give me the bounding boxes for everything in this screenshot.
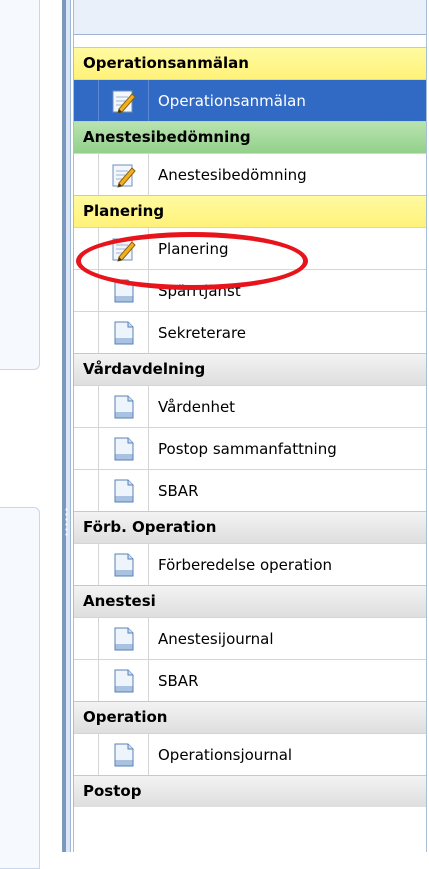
nav-group-postop: Postop bbox=[74, 775, 426, 807]
nav-group-operation: Operation Operationsjournal bbox=[74, 701, 426, 775]
nav-item-label: Anestesibedömning bbox=[158, 165, 307, 184]
splitter-grip-icon[interactable] bbox=[65, 507, 68, 537]
nav-group-planering: Planering Planering Spärrtjänst Sekreter… bbox=[74, 195, 426, 353]
nav-group-anestesibedomning: Anestesibedömning Anestesibedömning bbox=[74, 121, 426, 195]
nav-item-anestesibedomning[interactable]: Anestesibedömning bbox=[74, 153, 426, 195]
nav-item-label: Anestesijournal bbox=[158, 629, 274, 648]
item-indent bbox=[74, 80, 99, 121]
nav-item-operationsanmalan[interactable]: Operationsanmälan bbox=[74, 79, 426, 121]
document-icon bbox=[99, 386, 149, 427]
nav-item-label: SBAR bbox=[158, 481, 199, 500]
left-pane-lower-panel bbox=[0, 507, 40, 869]
item-indent bbox=[74, 544, 99, 585]
nav-item-label: Operationsjournal bbox=[158, 745, 293, 764]
item-indent bbox=[74, 270, 99, 311]
nav-item-label: Postop sammanfattning bbox=[158, 439, 337, 458]
document-icon bbox=[99, 618, 149, 659]
group-header[interactable]: Operation bbox=[74, 701, 426, 733]
document-icon bbox=[99, 270, 149, 311]
nav-group-forb-operation: Förb. Operation Förberedelse operation bbox=[74, 511, 426, 585]
pane-splitter[interactable] bbox=[62, 0, 71, 852]
document-icon bbox=[99, 734, 149, 775]
panel-toolbar bbox=[74, 0, 426, 35]
nav-item-label: Sekreterare bbox=[158, 323, 247, 342]
document-icon bbox=[99, 428, 149, 469]
group-header[interactable]: Anestesibedömning bbox=[74, 121, 426, 153]
item-indent bbox=[74, 228, 99, 269]
item-indent bbox=[74, 734, 99, 775]
nav-item-sbar[interactable]: SBAR bbox=[74, 469, 426, 511]
nav-item-label: Operationsanmälan bbox=[158, 91, 306, 110]
edit-form-icon bbox=[99, 80, 149, 121]
group-header[interactable]: Förb. Operation bbox=[74, 511, 426, 543]
left-pane-upper-panel bbox=[0, 0, 40, 370]
group-header[interactable]: Vårdavdelning bbox=[74, 353, 426, 385]
item-indent bbox=[74, 312, 99, 353]
nav-item-label: Vårdenhet bbox=[158, 397, 236, 416]
item-indent bbox=[74, 660, 99, 701]
document-icon bbox=[99, 544, 149, 585]
nav-item-label: Planering bbox=[158, 239, 229, 258]
edit-form-icon bbox=[99, 154, 149, 195]
nav-item-label: SBAR bbox=[158, 671, 199, 690]
nav-item-sekreterare[interactable]: Sekreterare bbox=[74, 311, 426, 353]
nav-item-postop-sammanfattning[interactable]: Postop sammanfattning bbox=[74, 427, 426, 469]
navigation-panel: Operationsanmälan Operationsanmälan Anes… bbox=[73, 0, 427, 852]
left-pane bbox=[0, 0, 62, 869]
nav-item-sbar[interactable]: SBAR bbox=[74, 659, 426, 701]
group-header[interactable]: Planering bbox=[74, 195, 426, 227]
edit-form-icon bbox=[99, 228, 149, 269]
item-indent bbox=[74, 386, 99, 427]
document-icon bbox=[99, 312, 149, 353]
nav-item-vardenhet[interactable]: Vårdenhet bbox=[74, 385, 426, 427]
nav-item-label: Förberedelse operation bbox=[158, 555, 333, 574]
document-icon bbox=[99, 470, 149, 511]
item-indent bbox=[74, 154, 99, 195]
nav-item-forberedelse-operation[interactable]: Förberedelse operation bbox=[74, 543, 426, 585]
group-header[interactable]: Postop bbox=[74, 775, 426, 807]
nav-item-sparrtjanst[interactable]: Spärrtjänst bbox=[74, 269, 426, 311]
nav-group-vardavdelning: Vårdavdelning Vårdenhet Postop sammanfat… bbox=[74, 353, 426, 511]
nav-item-planering[interactable]: Planering bbox=[74, 227, 426, 269]
nav-item-anestesijournal[interactable]: Anestesijournal bbox=[74, 617, 426, 659]
item-indent bbox=[74, 428, 99, 469]
item-indent bbox=[74, 470, 99, 511]
panel-spacer bbox=[74, 35, 426, 47]
item-indent bbox=[74, 618, 99, 659]
nav-group-anestesi: Anestesi Anestesijournal SBAR bbox=[74, 585, 426, 701]
nav-item-operationsjournal[interactable]: Operationsjournal bbox=[74, 733, 426, 775]
group-header[interactable]: Anestesi bbox=[74, 585, 426, 617]
nav-group-operationsanmalan: Operationsanmälan Operationsanmälan bbox=[74, 47, 426, 121]
document-icon bbox=[99, 660, 149, 701]
group-header[interactable]: Operationsanmälan bbox=[74, 47, 426, 79]
nav-item-label: Spärrtjänst bbox=[158, 281, 241, 300]
